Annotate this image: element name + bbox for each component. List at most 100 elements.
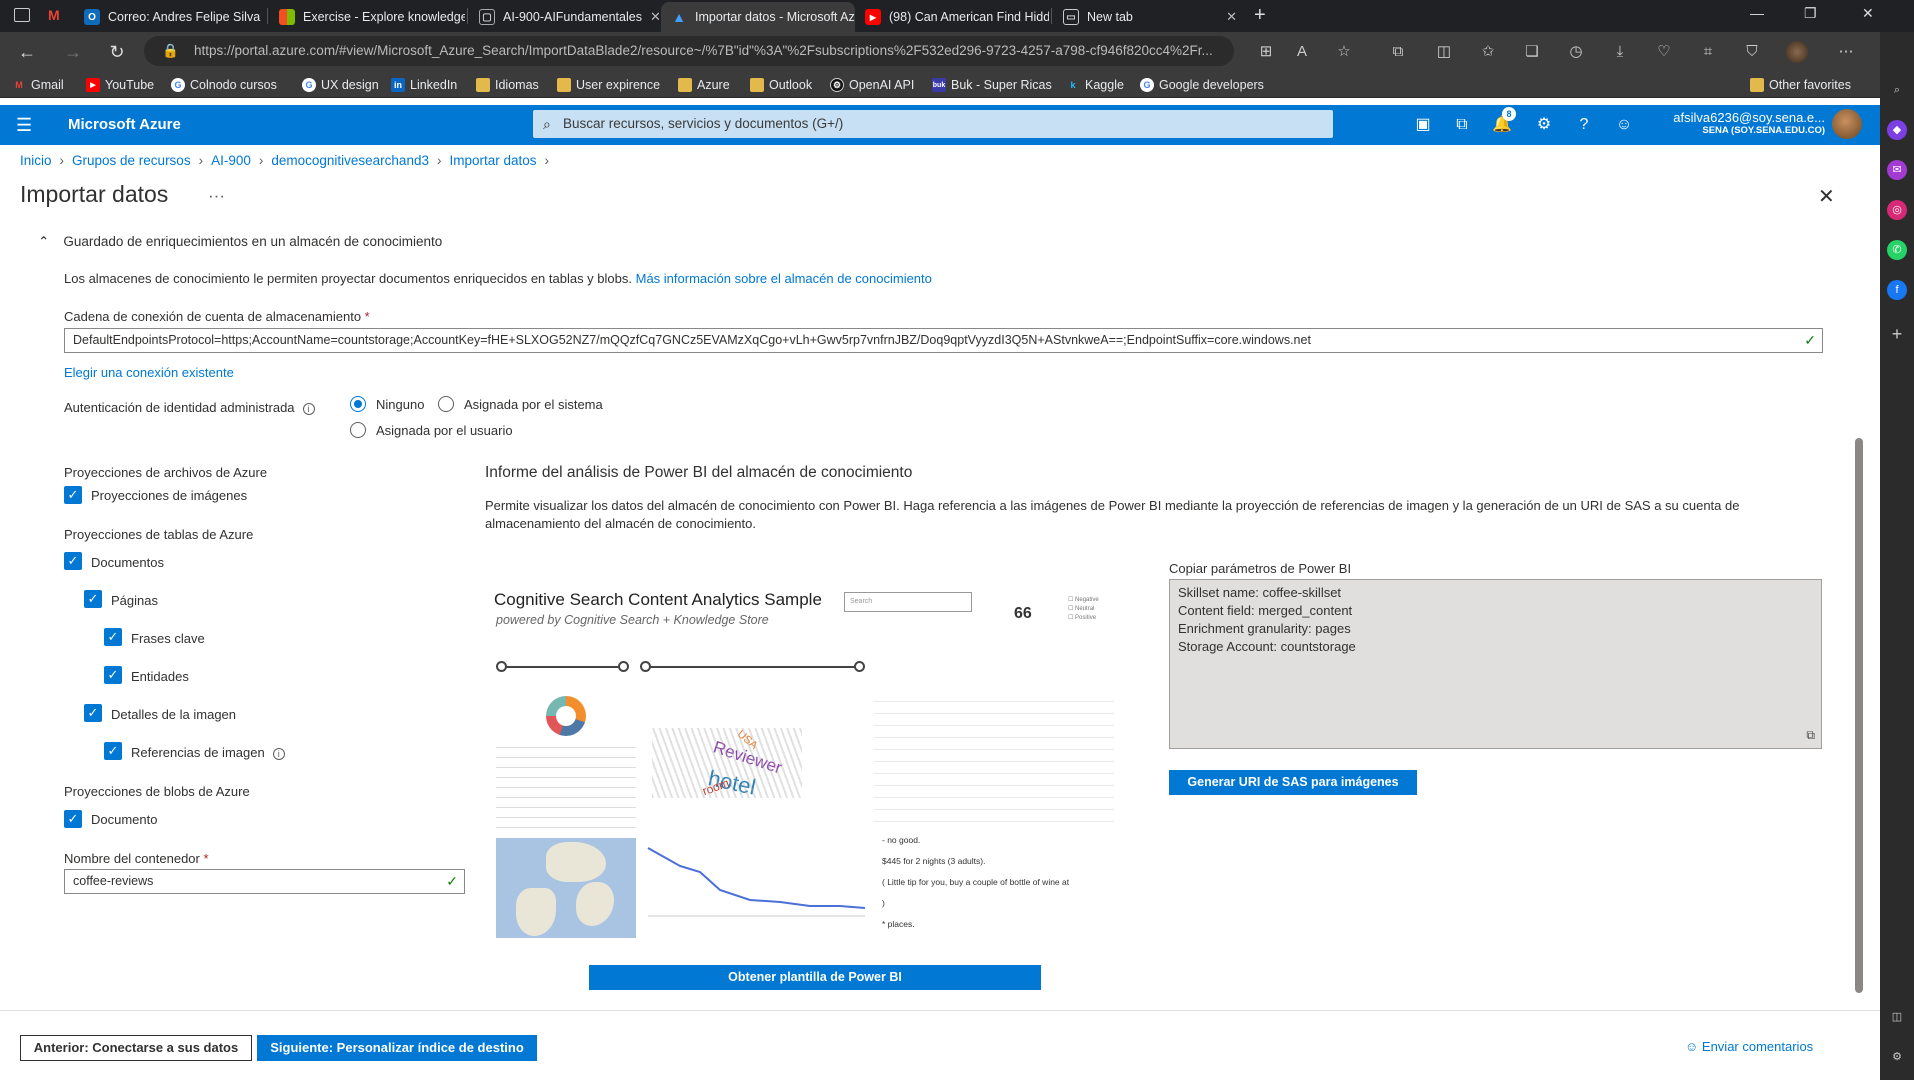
tab-newtab[interactable]: ▭ New tab ✕ <box>1053 2 1247 32</box>
powerbi-params-box[interactable]: Skillset name: coffee-skillset Content f… <box>1169 579 1822 749</box>
feedback-icon[interactable]: ☺ <box>1614 115 1634 135</box>
info-icon[interactable]: i <box>302 402 315 415</box>
close-icon[interactable]: ✕ <box>1226 9 1237 25</box>
bookmark-gmail[interactable]: M Gmail <box>12 76 63 94</box>
checkbox-pages[interactable]: ✓ <box>84 590 102 608</box>
breadcrumb-import-data[interactable]: Importar datos <box>449 153 536 168</box>
more-options-icon[interactable]: ··· <box>208 186 225 206</box>
azure-search-input[interactable]: ⌕ Buscar recursos, servicios y documento… <box>533 110 1333 138</box>
help-icon[interactable]: ? <box>1574 115 1594 135</box>
bookmark-youtube[interactable]: ▶ YouTube <box>86 76 154 94</box>
sidebar-layout-icon[interactable]: ◫ <box>1887 1007 1907 1027</box>
info-icon[interactable]: i <box>272 747 285 760</box>
bookmark-azure[interactable]: Azure <box>678 76 730 94</box>
bookmark-buk[interactable]: buk Buk - Super Ricas <box>932 76 1052 94</box>
tab-youtube[interactable]: ▶ (98) Can American Find Hidden F ✕ <box>855 2 1049 32</box>
radio-system-assigned[interactable] <box>438 396 454 412</box>
read-aloud-icon[interactable]: A <box>1292 42 1312 62</box>
new-tab-plus-icon[interactable]: + <box>1254 4 1266 27</box>
settings-icon[interactable]: ⚙ <box>1534 115 1554 135</box>
search-icon[interactable]: ⌕ <box>1887 80 1907 100</box>
send-feedback-link[interactable]: ☺ Enviar comentarios <box>1685 1039 1813 1054</box>
url-field[interactable]: 🔒 https://portal.azure.com/#view/Microso… <box>144 36 1234 66</box>
account-menu[interactable]: afsilva6236@soy.sena.e... SENA (SOY.SENA… <box>1660 110 1825 136</box>
whatsapp-icon[interactable]: ✆ <box>1887 240 1907 260</box>
extensions-icon[interactable]: ⧉ <box>1388 42 1408 62</box>
next-button[interactable]: Siguiente: Personalizar índice de destin… <box>257 1035 537 1061</box>
bookmark-google-developers[interactable]: G Google developers <box>1140 76 1264 94</box>
collections-icon[interactable]: ❏ <box>1522 42 1542 62</box>
settings-icon[interactable]: ⚙ <box>1887 1047 1907 1067</box>
bookmark-outlook[interactable]: Outlook <box>750 76 812 94</box>
tab-outlook[interactable]: O Correo: Andres Felipe Silva - Out ✕ <box>74 2 264 32</box>
directory-filter-icon[interactable]: ⧉ <box>1452 115 1472 135</box>
tab-azure-import[interactable]: ▲ Importar datos - Microsoft Azure ✕ <box>661 2 855 32</box>
knowledge-store-section-header[interactable]: ⌃ Guardado de enriquecimientos en un alm… <box>38 234 442 250</box>
bookmark-openai[interactable]: ⚙ OpenAI API <box>830 76 914 94</box>
radio-user-assigned[interactable] <box>350 422 366 438</box>
breadcrumb-ai900[interactable]: AI-900 <box>211 153 251 168</box>
bookmark-idiomas[interactable]: Idiomas <box>476 76 539 94</box>
radio-none[interactable] <box>350 396 366 412</box>
tab-actions-icon[interactable] <box>14 8 30 22</box>
previous-button[interactable]: Anterior: Conectarse a sus datos <box>20 1035 252 1061</box>
split-screen-icon[interactable]: ◫ <box>1434 42 1454 62</box>
checkbox-entities[interactable]: ✓ <box>104 666 122 684</box>
tab-exercise[interactable]: Exercise - Explore knowledge mi ✕ <box>269 2 465 32</box>
breadcrumb-inicio[interactable]: Inicio <box>20 153 52 168</box>
history-icon[interactable]: ◷ <box>1566 42 1586 62</box>
gmail-icon[interactable]: M <box>48 7 60 23</box>
favorites-icon[interactable]: ✩ <box>1478 42 1498 62</box>
checkbox-documents[interactable]: ✓ <box>64 552 82 570</box>
more-options-icon[interactable]: ⋯ <box>1836 42 1856 62</box>
back-icon[interactable]: ← <box>16 41 38 63</box>
checkbox-image-references[interactable]: ✓ <box>104 742 122 760</box>
folder-icon <box>750 78 764 92</box>
cloud-shell-icon[interactable]: ▣ <box>1413 115 1433 135</box>
security-icon[interactable]: ⛉ <box>1742 42 1762 62</box>
checkbox-image-details[interactable]: ✓ <box>84 704 102 722</box>
download-icon[interactable]: ⤓ <box>1610 42 1630 62</box>
bookmark-linkedin[interactable]: in LinkedIn <box>391 76 457 94</box>
checkbox-document-blob[interactable]: ✓ <box>64 810 82 828</box>
container-name-field[interactable]: coffee-reviews ✓ <box>64 869 465 894</box>
discover-icon[interactable]: ◆ <box>1887 120 1907 140</box>
performance-icon[interactable]: ♡ <box>1654 42 1674 62</box>
breadcrumb-search-service[interactable]: democognitivesearchand3 <box>271 153 429 168</box>
notifications-icon[interactable]: 🔔 8 <box>1492 107 1516 135</box>
messenger-icon[interactable]: ✉ <box>1887 160 1907 180</box>
choose-connection-link[interactable]: Elegir una conexión existente <box>64 365 234 380</box>
bookmark-user-experience[interactable]: User expirence <box>557 76 660 94</box>
bookmark-kaggle[interactable]: k Kaggle <box>1066 76 1123 94</box>
instagram-icon[interactable]: ◎ <box>1887 200 1907 220</box>
checkbox-key-phrases[interactable]: ✓ <box>104 628 122 646</box>
screenshot-icon[interactable]: ⌗ <box>1698 42 1718 62</box>
favorite-star-icon[interactable]: ☆ <box>1334 42 1354 62</box>
breadcrumb-resource-groups[interactable]: Grupos de recursos <box>72 153 191 168</box>
azure-brand[interactable]: Microsoft Azure <box>68 116 181 133</box>
apps-icon[interactable]: ⊞ <box>1256 42 1276 62</box>
minimize-icon[interactable]: — <box>1750 5 1764 21</box>
close-window-icon[interactable]: ✕ <box>1862 5 1874 22</box>
facebook-icon[interactable]: f <box>1887 280 1907 300</box>
restore-icon[interactable]: ❐ <box>1804 5 1817 22</box>
get-powerbi-template-button[interactable]: Obtener plantilla de Power BI <box>589 965 1041 990</box>
refresh-icon[interactable]: ↻ <box>106 41 128 63</box>
bookmark-other-favorites[interactable]: Other favorites <box>1750 76 1851 94</box>
tab-ai900[interactable]: ▢ AI-900-AIFundamentales ✕ <box>469 2 659 32</box>
connection-string-field[interactable]: DefaultEndpointsProtocol=https;AccountNa… <box>64 328 1823 353</box>
close-icon[interactable]: ✕ <box>1818 184 1835 209</box>
content-scrollbar[interactable] <box>1852 240 1866 1010</box>
generate-sas-uri-button[interactable]: Generar URI de SAS para imágenes <box>1169 770 1417 795</box>
avatar[interactable] <box>1832 109 1862 139</box>
bookmark-ux[interactable]: G UX design <box>302 76 379 94</box>
forward-icon[interactable]: → <box>62 41 84 63</box>
close-icon[interactable]: ✕ <box>650 9 659 25</box>
bookmark-colnodo[interactable]: G Colnodo cursos <box>171 76 277 94</box>
profile-avatar[interactable] <box>1786 41 1808 63</box>
add-sidebar-icon[interactable]: + <box>1887 324 1907 344</box>
learn-more-link[interactable]: Más información sobre el almacén de cono… <box>636 271 932 286</box>
checkbox-image-projections[interactable]: ✓ <box>64 486 82 504</box>
copy-icon[interactable]: ⧉ <box>1806 726 1815 744</box>
hamburger-menu-icon[interactable]: ☰ <box>16 115 32 136</box>
